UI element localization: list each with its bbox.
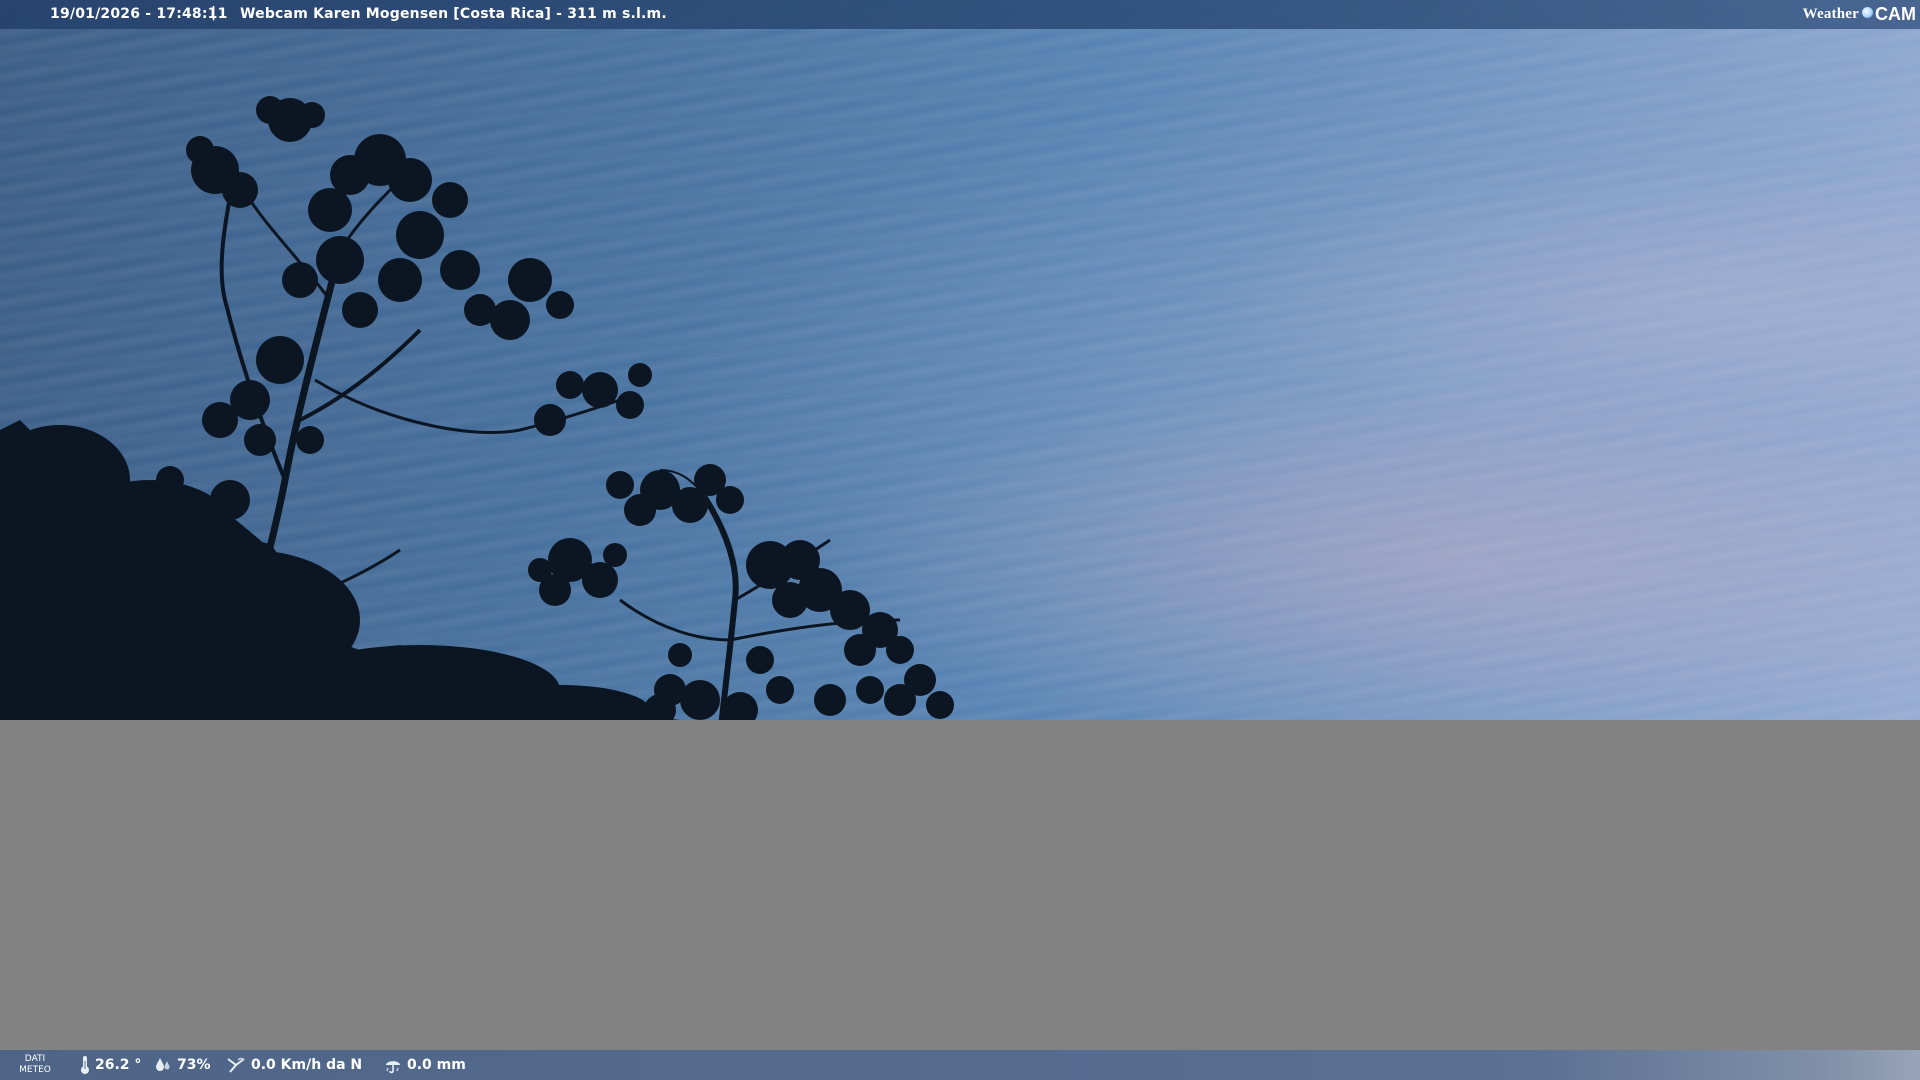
wind-icon (227, 1057, 245, 1073)
humidity-icon (156, 1058, 170, 1071)
wind-value: 0.0 Km/h da N (251, 1057, 363, 1073)
rain-reading: 0.0 mm (384, 1050, 466, 1080)
logo-word: Weather (1802, 5, 1859, 22)
separator: | (211, 5, 217, 21)
wind-reading: 0.0 Km/h da N (226, 1050, 362, 1080)
humidity-value: 73% (177, 1057, 211, 1073)
rain-icon (386, 1061, 400, 1074)
temperature-reading: 26.2 ° (80, 1050, 141, 1080)
label-line-2: METEO (19, 1065, 51, 1075)
humidity-reading: 73% (154, 1050, 211, 1080)
timestamp: 19/01/2026 - 17:48:11 (50, 6, 228, 22)
temperature-value: 26.2 ° (95, 1057, 142, 1073)
grey-overlay-block (0, 720, 1920, 1050)
rain-value: 0.0 mm (407, 1057, 466, 1073)
label-line-1: DATI (24, 1054, 46, 1064)
weather-data-bar: DATI METEO 26.2 ° 73% 0.0 Km/h da N 0.0 … (0, 1050, 1920, 1080)
weathercam-logo: Weather CAM (1803, 3, 1916, 25)
webcam-frame: 19/01/2026 - 17:48:11 | Webcam Karen Mog… (0, 0, 1920, 1080)
globe-icon (1862, 6, 1873, 18)
top-info-bar: 19/01/2026 - 17:48:11 | Webcam Karen Mog… (0, 0, 1920, 29)
logo-cam: CAM (1875, 3, 1916, 24)
tree-silhouettes (0, 96, 954, 736)
thermometer-icon (81, 1056, 89, 1074)
webcam-location: Webcam Karen Mogensen [Costa Rica] - 311… (240, 6, 667, 22)
weather-data-label: DATI METEO (10, 1054, 60, 1076)
